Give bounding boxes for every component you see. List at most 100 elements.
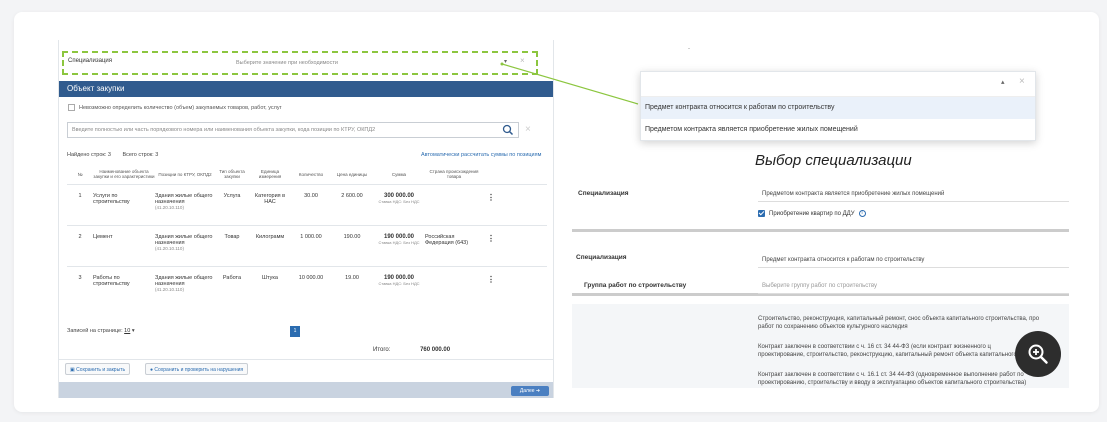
zoom-button[interactable] [1015,331,1061,377]
auto-calc-link[interactable]: Автоматически рассчитать суммы по позици… [421,152,541,158]
cell-country: Российская Федерация (643) [425,234,469,246]
cannot-determine-label: Невозможно определить количество (объем)… [79,104,282,111]
more-vertical-icon[interactable]: ⋮ [483,193,499,225]
col-header: Позиции по КТРУ, ОКПД2 [158,171,212,177]
button-bar: ▣ Сохранить и закрыть ● Сохранить и пров… [59,359,553,377]
specialization-select[interactable]: Выберите значение при необходимости [234,57,514,70]
specialization-field[interactable]: Предмет контракта относится к работам по… [758,252,1069,268]
per-page-label: Записей на странице: [67,328,123,334]
close-icon[interactable]: × [1019,76,1025,87]
vat-label: Ставка НДС: Без НДС [378,240,420,245]
cell-n: 2 [78,234,82,240]
cell-type: Услуга [223,193,241,199]
okpd-name: Здания жилые общего назначения [155,193,213,205]
total-label: Итого: [373,347,391,353]
list-item[interactable]: Контракт заключен в соответствии с ч. 16… [758,371,1069,379]
okpd-name: Здания жилые общего назначения [155,234,213,246]
list-item[interactable]: Строительство, реконструкция, капитальны… [758,315,1069,323]
specialization-label: Специализация [576,254,627,261]
cell-price: 2 600.00 [341,193,363,199]
ddu-label: Приобретение квартир по ДДУ [769,210,855,217]
separator-mark: - [688,46,690,52]
cell-sum: 300 000.00 Ставка НДС: Без НДС [373,193,425,225]
cell-type: Работа [222,275,242,281]
cell-n: 1 [78,193,82,199]
objects-table: № Наименование объекта закупки и его хар… [67,164,547,307]
chevron-down-icon[interactable]: ▾ [504,58,507,65]
dropdown-header[interactable]: ▴ × [641,72,1035,97]
form-housing: Специализация Предметом контракта являет… [572,180,1069,232]
save-check-button[interactable]: ● Сохранить и проверить на нарушения [145,363,249,375]
vat-label: Ставка НДС: Без НДС [378,199,420,204]
specialization-dropdown[interactable]: ▴ × Предмет контракта относится к работа… [640,71,1036,141]
per-page[interactable]: Записей на странице: 10 ▾ [67,328,135,334]
dropdown-option[interactable]: Предмет контракта относится к работам по… [641,97,1035,119]
col-header: Страна происхождения товара [429,169,479,179]
cell-qty: 30.00 [304,193,318,199]
col-header: Цена единицы [336,171,368,177]
col-header: Единица измерения [258,169,282,179]
cell-name: Работы по строительству [93,275,130,287]
list-item[interactable]: проектированию, строительству и вводу в … [758,379,1069,387]
cannot-determine-checkbox[interactable] [68,104,75,111]
group-select[interactable]: Выберите группу работ по строительству [758,278,1069,294]
per-page-select[interactable]: 10 [124,328,130,334]
page-title: Выбор специализации [755,152,912,169]
table-row[interactable]: 3 Работы по строительству Здания жилые о… [67,266,547,307]
total-row: Итого: 760 000.00 [373,347,450,353]
footer-band [59,382,553,398]
specialization-label: Специализация [68,58,113,64]
col-header: Наименование объекта закупки и его харак… [93,169,155,179]
purchase-object-form: Специализация Выберите значение при необ… [58,40,554,398]
more-vertical-icon[interactable]: ⋮ [483,234,499,266]
group-label: Группа работ по строительству [584,282,687,289]
save-close-button[interactable]: ▣ Сохранить и закрыть [65,363,131,375]
ddu-checkbox-row[interactable]: Приобретение квартир по ДДУ i [758,210,866,217]
row-counts: Найдено строк: 3 Всего строк: 3 [67,152,168,158]
next-label: Далее [519,388,535,394]
more-vertical-icon[interactable]: ⋮ [483,275,499,307]
chevron-up-icon[interactable]: ▴ [1001,78,1005,86]
page-button[interactable]: 1 [290,326,300,337]
okpd-code: (41.20.10.110) [155,287,184,292]
cell-name: Цемент [93,234,113,240]
cannot-determine-row[interactable]: Невозможно определить количество (объем)… [68,104,282,111]
cell-okpd: Здания жилые общего назначения (41.20.10.… [155,275,215,307]
col-header: № [77,171,83,177]
col-header: Тип объекта закупки [219,169,245,179]
cell-n: 3 [78,275,82,281]
cell-unit: Килограмм [255,234,285,240]
total-value: 760 000.00 [420,347,451,353]
clear-icon[interactable]: × [520,56,525,65]
cell-sum: 190 000.00 Ставка НДС: Без НДС [373,275,425,307]
cell-unit: Категория в НАС [254,193,286,205]
cell-unit: Штука [262,275,278,281]
cell-okpd: Здания жилые общего назначения (41.20.10.… [155,234,215,266]
specialization-row[interactable]: Специализация Выберите значение при необ… [62,51,538,75]
search-input[interactable]: Введите полностью или часть порядкового … [67,122,519,138]
close-icon[interactable]: × [525,124,531,135]
cell-qty: 1 000.00 [300,234,322,240]
ddu-checkbox[interactable] [758,210,765,217]
okpd-code: (41.20.10.110) [155,205,184,210]
zoom-in-icon [1028,344,1048,364]
screenshot-card: Специализация Выберите значение при необ… [14,12,1099,412]
next-button[interactable]: Далее ➜ [511,386,549,396]
cell-sum: 190 000.00 Ставка НДС: Без НДС [373,234,425,266]
specialization-field[interactable]: Предметом контракта является приобретени… [758,186,1069,202]
save-check-label: Сохранить и проверить на нарушения [154,367,244,373]
specialization-forms: Специализация Предметом контракта являет… [572,180,1069,388]
total-rows: Всего строк: 3 [122,152,159,158]
dropdown-option[interactable]: Предметом контракта является приобретени… [641,119,1035,141]
table-row[interactable]: 2 Цемент Здания жилые общего назначения(… [67,225,547,266]
info-icon[interactable]: i [858,210,866,217]
vat-label: Ставка НДС: Без НДС [378,281,420,286]
search-icon[interactable] [501,123,515,137]
cell-country [425,275,483,307]
cell-price: 19.00 [345,275,359,281]
cell-okpd: Здания жилые общего назначения (41.20.10.… [155,193,215,225]
table-row[interactable]: 1 Услуги по строительству Здания жилые о… [67,184,547,225]
table-header: № Наименование объекта закупки и его хар… [67,164,547,184]
list-item[interactable]: работ по сохранению объектов культурного… [758,323,1069,331]
okpd-name: Здания жилые общего назначения [155,275,213,287]
